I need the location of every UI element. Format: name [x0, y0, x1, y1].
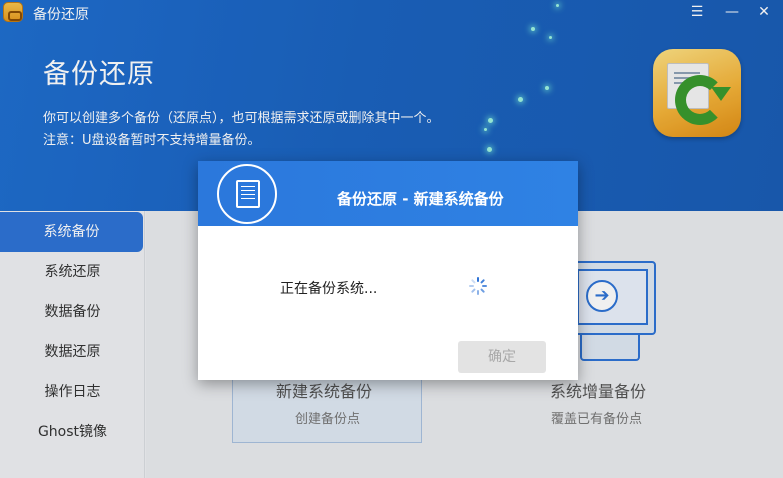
ok-button[interactable]: 确定 — [458, 341, 546, 373]
loading-spinner-icon — [469, 277, 487, 295]
dialog-header: 备份还原 - 新建系统备份 — [198, 161, 578, 226]
document-icon — [217, 164, 277, 224]
backup-progress-dialog: 备份还原 - 新建系统备份 正在备份系统... 确定 — [198, 161, 578, 380]
progress-message: 正在备份系统... — [280, 281, 378, 297]
dialog-title: 备份还原 - 新建系统备份 — [337, 190, 504, 208]
